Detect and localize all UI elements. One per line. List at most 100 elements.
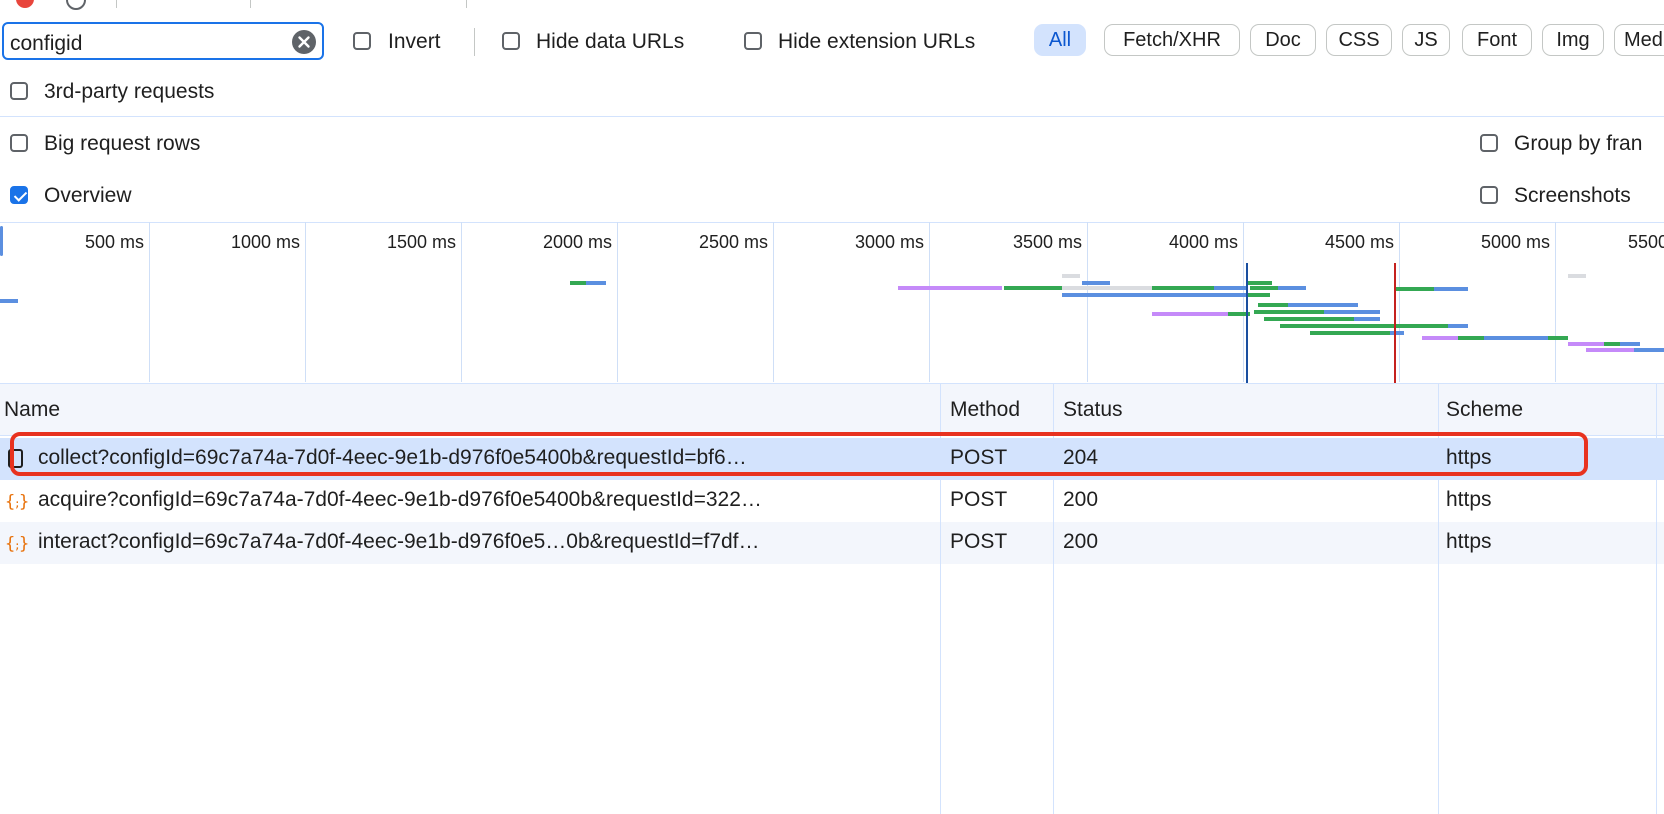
timeline-bar bbox=[1310, 331, 1390, 335]
timeline-tick-label: 4500 ms bbox=[1324, 232, 1394, 252]
column-header-name[interactable]: Name bbox=[4, 398, 60, 422]
overview-checkbox[interactable] bbox=[10, 186, 28, 204]
timeline-tick-label: 1000 ms bbox=[230, 232, 300, 252]
timeline-gridline bbox=[1243, 222, 1244, 382]
timeline-bar bbox=[1258, 303, 1288, 307]
request-method: POST bbox=[950, 530, 1008, 553]
third-party-checkbox[interactable] bbox=[10, 82, 28, 100]
record-icon bbox=[16, 0, 34, 8]
timeline-gridline bbox=[617, 222, 618, 382]
request-name: acquire?configId=69c7a74a-7d0f-4eec-9e1b… bbox=[38, 488, 762, 511]
third-party-label: 3rd-party requests bbox=[44, 80, 215, 103]
timeline-bar bbox=[1062, 286, 1152, 290]
type-chip-fetch-xhr[interactable]: Fetch/XHR bbox=[1104, 24, 1240, 56]
timeline-bar bbox=[1062, 293, 1152, 297]
timeline-bar bbox=[1354, 317, 1380, 321]
timeline-bar bbox=[1390, 331, 1404, 335]
column-divider[interactable] bbox=[1656, 384, 1657, 814]
svg-text:}: } bbox=[19, 534, 29, 554]
type-chip-doc[interactable]: Doc bbox=[1250, 24, 1316, 56]
timeline-gridline bbox=[149, 222, 150, 382]
timeline-tick-label: 2000 ms bbox=[542, 232, 612, 252]
timeline-tick-label: 500 ms bbox=[84, 232, 144, 252]
dom-content-loaded-marker bbox=[1246, 263, 1248, 383]
timeline-bar bbox=[1062, 274, 1080, 278]
table-row[interactable]: {;} acquire?configId=69c7a74a-7d0f-4eec-… bbox=[0, 480, 1664, 522]
timeline-bar bbox=[1620, 342, 1640, 346]
timeline-gridline bbox=[773, 222, 774, 382]
column-header-scheme[interactable]: Scheme bbox=[1446, 398, 1523, 422]
request-name: interact?configId=69c7a74a-7d0f-4eec-9e1… bbox=[38, 530, 760, 553]
timeline-bar bbox=[1394, 287, 1434, 291]
divider bbox=[0, 116, 1664, 117]
request-scheme: https bbox=[1446, 530, 1492, 553]
timeline-bar bbox=[1004, 286, 1062, 290]
timeline-bar bbox=[1152, 293, 1248, 297]
divider bbox=[474, 28, 475, 56]
timeline-bar bbox=[1288, 303, 1358, 307]
timeline-bar bbox=[1254, 310, 1324, 314]
timeline-bar bbox=[1246, 293, 1270, 297]
timeline-bar bbox=[1634, 348, 1664, 352]
clear-icon bbox=[66, 0, 86, 10]
timeline-bar bbox=[586, 281, 606, 285]
timeline-bar bbox=[1448, 324, 1468, 328]
timeline-gridline bbox=[305, 222, 306, 382]
type-chip-js[interactable]: JS bbox=[1402, 24, 1450, 56]
timeline-bar bbox=[1278, 286, 1306, 290]
timeline-bar bbox=[1586, 348, 1634, 352]
timeline-tick-label: 1500 ms bbox=[386, 232, 456, 252]
hide-extension-urls-label: Hide extension URLs bbox=[778, 30, 976, 53]
svg-text:}: } bbox=[19, 492, 29, 512]
invert-checkbox[interactable] bbox=[353, 32, 371, 50]
timeline-tick-label: 2500 ms bbox=[698, 232, 768, 252]
timeline-bar bbox=[1484, 336, 1548, 340]
request-status: 200 bbox=[1063, 488, 1099, 511]
timeline-tick-label: 3500 ms bbox=[1012, 232, 1082, 252]
type-chip-img[interactable]: Img bbox=[1542, 24, 1604, 56]
timeline-bar bbox=[1604, 342, 1620, 346]
table-row[interactable]: {;} interact?configId=69c7a74a-7d0f-4eec… bbox=[0, 522, 1664, 564]
timeline-bar bbox=[570, 281, 586, 285]
load-event-marker bbox=[1394, 263, 1396, 383]
column-header-method[interactable]: Method bbox=[950, 398, 1020, 422]
timeline-gridline bbox=[1399, 222, 1400, 382]
timeline-gridline bbox=[929, 222, 930, 382]
timeline-tick-label: 4000 ms bbox=[1168, 232, 1238, 252]
group-by-frame-label: Group by fran bbox=[1514, 132, 1643, 155]
filter-input[interactable]: configid bbox=[2, 22, 324, 60]
clear-filter-icon[interactable] bbox=[292, 30, 316, 54]
hide-data-urls-label: Hide data URLs bbox=[536, 30, 685, 53]
timeline-bar bbox=[1082, 281, 1110, 285]
timeline-bar bbox=[1568, 274, 1586, 278]
screenshots-checkbox[interactable] bbox=[1480, 186, 1498, 204]
timeline-gridline bbox=[461, 222, 462, 382]
timeline-bar bbox=[1280, 324, 1360, 328]
request-scheme: https bbox=[1446, 488, 1492, 511]
table-header bbox=[0, 384, 1664, 436]
type-chip-media[interactable]: Med bbox=[1614, 24, 1664, 56]
timeline-bar bbox=[1250, 286, 1278, 290]
timeline-bar bbox=[1214, 286, 1248, 290]
screenshots-label: Screenshots bbox=[1514, 184, 1631, 207]
type-chip-font[interactable]: Font bbox=[1462, 24, 1532, 56]
overview-selection-handle[interactable] bbox=[0, 226, 3, 256]
timeline-bar bbox=[1248, 281, 1272, 285]
timeline-bar bbox=[0, 299, 18, 303]
invert-label: Invert bbox=[388, 30, 441, 53]
timeline-bar bbox=[1548, 336, 1568, 340]
type-chip-css[interactable]: CSS bbox=[1326, 24, 1392, 56]
timeline-bar bbox=[1264, 317, 1354, 321]
type-chip-all[interactable]: All bbox=[1034, 24, 1086, 56]
timeline-tick-label: 5500 bbox=[1628, 232, 1664, 252]
hide-extension-urls-checkbox[interactable] bbox=[744, 32, 762, 50]
timeline-bar bbox=[1324, 310, 1380, 314]
divider bbox=[466, 0, 467, 8]
big-request-rows-checkbox[interactable] bbox=[10, 134, 28, 152]
column-header-status[interactable]: Status bbox=[1063, 398, 1123, 422]
hide-data-urls-checkbox[interactable] bbox=[502, 32, 520, 50]
top-toolbar-remnant bbox=[0, 0, 1664, 16]
group-by-frame-checkbox[interactable] bbox=[1480, 134, 1498, 152]
timeline-bar bbox=[1152, 312, 1228, 316]
request-status: 200 bbox=[1063, 530, 1099, 553]
